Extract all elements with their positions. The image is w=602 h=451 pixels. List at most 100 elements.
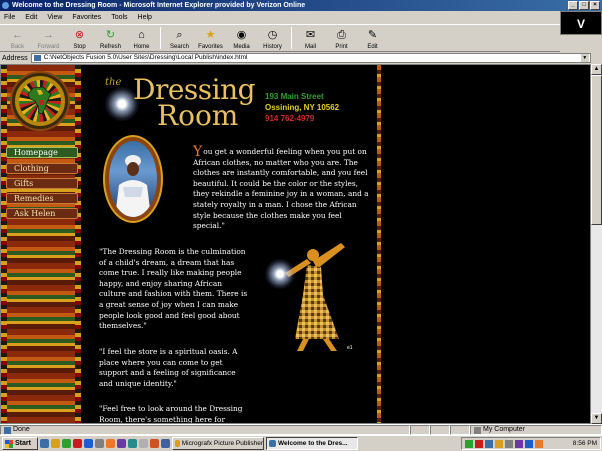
tray-app-icon[interactable] (465, 439, 473, 448)
light-flare (265, 259, 295, 289)
quote-dream: "The Dressing Room is the culmination of… (99, 247, 248, 331)
app-quicklaunch-icon[interactable] (139, 439, 148, 448)
tray-app-icon[interactable] (515, 439, 523, 448)
app-quicklaunch-icon[interactable] (117, 439, 126, 448)
task-browser[interactable]: Welcome to the Dres... (266, 437, 358, 450)
mail-button[interactable]: ✉ Mail (295, 25, 326, 51)
menu-tools[interactable]: Tools (111, 14, 127, 21)
app-quicklaunch-icon[interactable] (150, 439, 159, 448)
home-label: Home (133, 44, 150, 50)
kente-sidebar: Homepage Clothing Gifts Remedies Ask Hel… (1, 65, 81, 423)
quote-welcome: "Feel free to look around the Dressing R… (99, 404, 243, 424)
search-button[interactable]: ⌕ Search (164, 25, 195, 51)
menu-bar: File Edit View Favorites Tools Help (0, 11, 560, 24)
taskbar: Start Micrografx Picture Publisher Welco… (0, 435, 602, 451)
scroll-down-icon[interactable]: ▼ (591, 413, 602, 424)
maximize-button[interactable]: □ (579, 1, 589, 10)
logo-room: Room (157, 99, 239, 132)
app-quicklaunch-icon[interactable] (106, 439, 115, 448)
history-label: History (263, 44, 282, 50)
mail-icon: ✉ (305, 29, 316, 41)
ie-task-icon (269, 440, 276, 447)
refresh-icon: ↻ (105, 29, 116, 41)
back-button[interactable]: ← Back (2, 25, 33, 51)
tray-app-icon[interactable] (495, 439, 503, 448)
app-quicklaunch-icon[interactable] (128, 439, 137, 448)
window-title-bar: Welcome to the Dressing Room - Microsoft… (0, 0, 602, 11)
intro-text: ou get a wonderful feeling when you put … (193, 147, 369, 231)
minimize-button[interactable]: _ (568, 1, 578, 10)
page-right-area (381, 65, 590, 423)
tray-app-icon[interactable] (475, 439, 483, 448)
menu-help[interactable]: Help (138, 14, 152, 21)
clock[interactable]: 8:56 PM (573, 440, 600, 447)
search-label: Search (169, 44, 189, 50)
app-quicklaunch-icon[interactable] (161, 439, 170, 448)
start-button[interactable]: Start (2, 437, 38, 450)
status-cell (410, 425, 430, 435)
forward-button[interactable]: → Forward (33, 25, 64, 51)
task-label: Micrografx Picture Publisher (181, 440, 263, 447)
media-label: Media (233, 44, 250, 50)
print-label: Print (335, 44, 348, 50)
scroll-up-icon[interactable]: ▲ (591, 64, 602, 75)
scroll-thumb[interactable] (591, 75, 602, 225)
computer-icon (474, 426, 481, 434)
tray-network-icon[interactable] (485, 439, 493, 448)
app-quicklaunch-icon[interactable] (73, 439, 82, 448)
menu-favorites[interactable]: Favorites (72, 14, 101, 21)
menu-view[interactable]: View (47, 14, 62, 21)
tray-volume-icon[interactable] (505, 439, 513, 448)
word-quicklaunch-icon[interactable] (84, 439, 93, 448)
owner-portrait (103, 135, 163, 223)
address-label: Address (2, 54, 28, 62)
home-icon: ⌂ (138, 29, 145, 41)
media-icon: ◉ (236, 29, 247, 41)
history-button[interactable]: ◷ History (257, 25, 288, 51)
menu-edit[interactable]: Edit (25, 14, 37, 21)
print-icon: ⎙ (337, 29, 346, 41)
ie-window-icon[interactable] (2, 2, 9, 9)
menu-file[interactable]: File (4, 14, 15, 21)
address-input[interactable]: C:\NetObjects Fusion 5.0\User Sites\Dres… (30, 53, 591, 63)
address-bar: Address C:\NetObjects Fusion 5.0\User Si… (0, 52, 602, 64)
search-icon: ⌕ (176, 29, 183, 41)
home-button[interactable]: ⌂ Home (126, 25, 157, 51)
nav-gifts[interactable]: Gifts (6, 178, 78, 189)
media-button[interactable]: ◉ Media (226, 25, 257, 51)
status-text: Done (13, 426, 30, 433)
outlook-quicklaunch-icon[interactable] (51, 439, 60, 448)
ie-quicklaunch-icon[interactable] (40, 439, 49, 448)
page-icon (33, 55, 41, 61)
status-bar: Done My Computer (0, 424, 602, 435)
task-picture-publisher[interactable]: Micrografx Picture Publisher (172, 437, 264, 450)
window-title: Welcome to the Dressing Room - Microsoft… (12, 2, 306, 9)
intro-paragraph: You get a wonderful feeling when you put… (193, 145, 373, 232)
stop-button[interactable]: ⊗ Stop (64, 25, 95, 51)
edit-button[interactable]: ✎ Edit (357, 25, 388, 51)
tray-app-icon[interactable] (535, 439, 543, 448)
print-button[interactable]: ⎙ Print (326, 25, 357, 51)
nav-homepage[interactable]: Homepage (6, 147, 78, 158)
mail-label: Mail (304, 44, 316, 50)
app-quicklaunch-icon[interactable] (95, 439, 104, 448)
tray-app-icon[interactable] (525, 439, 533, 448)
nav-remedies[interactable]: Remedies (6, 193, 78, 204)
nav-ask-helen[interactable]: Ask Helen (6, 208, 78, 219)
desktop-quicklaunch-icon[interactable] (62, 439, 71, 448)
store-street: 193 Main Street (265, 92, 324, 101)
chevron-down-icon[interactable]: ▼ (580, 54, 589, 62)
dancing-figure-illustration: e1 (263, 241, 363, 353)
toolbar-separator (291, 27, 292, 49)
refresh-button[interactable]: ↻ Refresh (95, 25, 126, 51)
toolbar: ← Back → Forward ⊗ Stop ↻ Refresh ⌂ Home… (0, 24, 560, 52)
portrait-photo (109, 141, 157, 217)
close-button[interactable]: × (590, 1, 600, 10)
window-controls: _ □ × (568, 1, 600, 10)
isp-logo: V (560, 11, 602, 35)
nav-clothing[interactable]: Clothing (6, 163, 78, 174)
person-icon (115, 155, 151, 217)
africa-map-icon (27, 86, 52, 115)
favorites-button[interactable]: ★ Favorites (195, 25, 226, 51)
vertical-scrollbar[interactable]: ▲ ▼ (591, 64, 602, 424)
